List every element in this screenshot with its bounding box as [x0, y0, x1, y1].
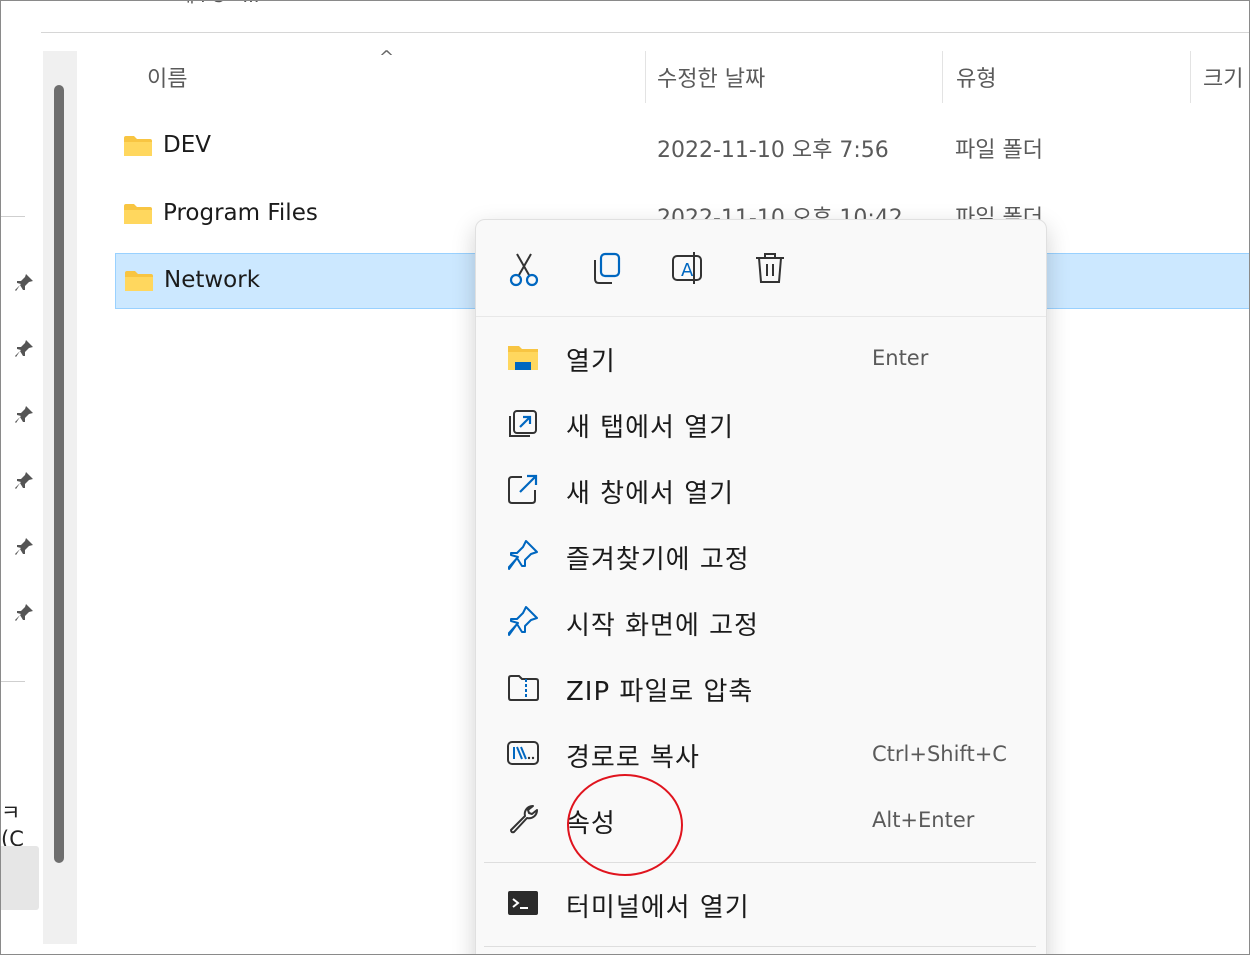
- menu-item-label: 경로로 복사: [566, 743, 700, 773]
- file-date: 2022-11-10 오후 7:56: [657, 138, 889, 163]
- folder-icon: [124, 204, 152, 224]
- pin-icon: [15, 274, 33, 291]
- menu-item-copy-path[interactable]: 경로로 복사 Ctrl+Shift+C: [486, 722, 1036, 782]
- terminal-icon: [508, 891, 538, 915]
- column-header-size[interactable]: 크기: [1203, 61, 1243, 93]
- menu-item-label: 즐겨찾기에 고정: [566, 545, 750, 575]
- file-name: Program Files: [163, 200, 318, 226]
- column-separator[interactable]: [1190, 51, 1191, 103]
- menu-item-pin-quick-access[interactable]: 즐겨찾기에 고정: [486, 524, 1036, 584]
- new-window-icon: [508, 474, 538, 504]
- pin-icon: [508, 606, 538, 636]
- svg-text:A: A: [681, 260, 694, 281]
- sort-ascending-icon: ^: [379, 47, 395, 68]
- menu-item-open-new-window[interactable]: 새 창에서 열기: [486, 458, 1036, 518]
- pin-icon: [15, 604, 33, 621]
- pin-icon: [15, 406, 33, 423]
- menu-item-zip[interactable]: ZIP 파일로 압축: [486, 656, 1036, 716]
- zip-icon: [508, 675, 539, 701]
- nav-divider: [1, 681, 25, 682]
- menu-item-label: ZIP 파일로 압축: [566, 677, 754, 707]
- column-header-type[interactable]: 유형: [956, 61, 996, 93]
- menu-item-pin-start[interactable]: 시작 화면에 고정: [486, 590, 1036, 650]
- menu-item-label: 새 탭에서 열기: [566, 413, 735, 443]
- menu-item-label: 열기: [566, 347, 616, 377]
- rename-icon[interactable]: A: [668, 248, 708, 288]
- menu-item-open[interactable]: 열기 Enter: [486, 326, 1036, 386]
- pin-icon: [15, 538, 33, 555]
- folder-icon: [124, 136, 152, 156]
- pin-icon: [15, 472, 33, 489]
- menu-item-label: 시작 화면에 고정: [566, 611, 759, 641]
- nav-scrollbar-thumb[interactable]: [54, 85, 64, 863]
- navigation-pane: ㅋ (C: [1, 1, 41, 954]
- menu-item-shortcut: Enter: [872, 346, 929, 370]
- column-header-name[interactable]: 이름: [147, 61, 187, 93]
- wrench-icon: [510, 805, 538, 834]
- annotation-circle: [567, 774, 683, 876]
- menu-item-open-terminal[interactable]: 터미널에서 열기: [486, 872, 1036, 932]
- copy-icon[interactable]: [586, 248, 626, 288]
- folder-icon: [125, 271, 153, 291]
- file-type: 파일 폴더: [955, 138, 1043, 163]
- nav-drive-label[interactable]: ㅋ (C: [1, 797, 41, 851]
- cut-icon[interactable]: [504, 248, 544, 288]
- address-bar[interactable]: 내 PC › ...: [37, 1, 1249, 33]
- new-tab-icon: [509, 410, 537, 437]
- menu-item-open-new-tab[interactable]: 새 탭에서 열기: [486, 392, 1036, 452]
- context-menu: A 열기 Enter 새 탭에서 열기 새 창에서 열기 즐겨찾기에 고정 시작…: [475, 219, 1047, 954]
- menu-item-label: 터미널에서 열기: [566, 893, 750, 923]
- delete-icon[interactable]: [750, 248, 790, 288]
- context-menu-toolbar: A: [476, 220, 1046, 317]
- folder-open-icon: [508, 346, 538, 370]
- column-separator[interactable]: [942, 51, 943, 103]
- nav-selected-item[interactable]: [1, 846, 39, 910]
- pin-icon: [15, 340, 33, 357]
- column-header-date[interactable]: 수정한 날짜: [657, 61, 765, 93]
- address-text: 내 PC › ...: [178, 1, 260, 8]
- path-icon: [507, 741, 539, 765]
- nav-divider: [1, 216, 25, 217]
- file-name: DEV: [163, 132, 211, 158]
- pin-icon: [508, 540, 538, 570]
- column-separator[interactable]: [645, 51, 646, 103]
- explorer-window: 내 PC › ... ㅋ (C ^ 이름 수정한 날짜 유형 크기 DEV 20…: [0, 0, 1250, 955]
- menu-separator: [484, 946, 1036, 947]
- menu-item-label: 새 창에서 열기: [566, 479, 735, 509]
- menu-item-shortcut: Ctrl+Shift+C: [872, 742, 1007, 766]
- menu-item-shortcut: Alt+Enter: [872, 808, 975, 832]
- file-name: Network: [164, 267, 261, 293]
- file-row-dev[interactable]: DEV 2022-11-10 오후 7:56 파일 폴더: [115, 119, 1249, 175]
- menu-separator: [484, 862, 1036, 863]
